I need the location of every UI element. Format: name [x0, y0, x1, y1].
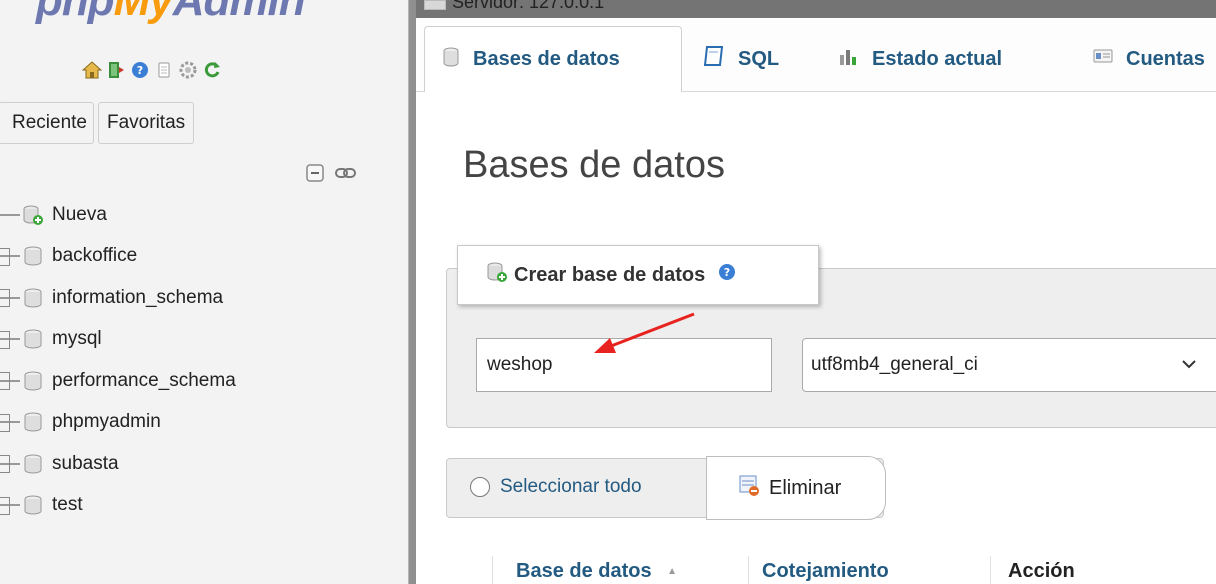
- new-database-icon: [486, 261, 508, 289]
- toolbar-icons: ?: [82, 58, 222, 82]
- svg-text:?: ?: [137, 64, 143, 77]
- delete-label: Eliminar: [769, 476, 842, 499]
- navigation-panel: phpMyAdmin ? Reciente Favoritas Nueva ba…: [0, 0, 408, 584]
- help-icon[interactable]: ?: [130, 60, 150, 80]
- server-icon: [424, 0, 446, 10]
- tree-item-label: subasta: [52, 452, 119, 474]
- database-icon: [22, 287, 44, 309]
- tree-item-information-schema[interactable]: information_schema: [0, 277, 400, 319]
- tree-item-test[interactable]: test: [0, 485, 400, 527]
- collation-value: utf8mb4_general_ci: [811, 354, 978, 375]
- tree-item-mysql[interactable]: mysql: [0, 319, 400, 361]
- docs-icon[interactable]: [154, 60, 174, 80]
- sql-icon: [702, 44, 726, 74]
- logo-part-my: My: [113, 0, 174, 25]
- delete-icon: [737, 473, 761, 503]
- collapse-all-icon[interactable]: [305, 162, 327, 189]
- help-icon[interactable]: ?: [717, 262, 737, 288]
- database-icon: [22, 453, 44, 475]
- logo-part-php: php: [36, 0, 115, 25]
- tab-sql[interactable]: SQL: [686, 26, 795, 92]
- database-icon: [22, 370, 44, 392]
- column-header-collation[interactable]: Cotejamiento: [762, 560, 889, 583]
- database-icon: [441, 46, 461, 74]
- select-all-label: Seleccionar todo: [500, 476, 642, 497]
- panel-resize-handle[interactable]: [408, 0, 416, 584]
- logo-part-admin: Admin: [172, 0, 306, 25]
- delete-button[interactable]: Eliminar: [706, 456, 886, 520]
- accounts-icon: [1092, 47, 1114, 71]
- database-icon: [22, 328, 44, 350]
- column-divider: [492, 556, 493, 584]
- database-icon: [22, 245, 44, 267]
- column-header-database[interactable]: Base de datos ▲: [516, 560, 677, 583]
- tree-item-new[interactable]: Nueva: [0, 194, 400, 236]
- collation-select[interactable]: utf8mb4_general_ci: [802, 338, 1216, 392]
- column-divider: [990, 556, 991, 584]
- main-menu-tabs: Bases de datos SQL Estado actual Cuentas: [416, 18, 1216, 92]
- exit-icon[interactable]: [106, 60, 126, 80]
- column-header-label: Base de datos: [516, 560, 652, 582]
- tree-item-label: phpmyadmin: [52, 411, 161, 433]
- column-divider: [748, 556, 749, 584]
- phpmyadmin-logo[interactable]: phpMyAdmin: [36, 0, 306, 26]
- tree-item-phpmyadmin[interactable]: phpmyadmin: [0, 402, 400, 444]
- expand-icon[interactable]: [0, 372, 10, 390]
- reload-icon[interactable]: [202, 60, 222, 80]
- tree-item-label: performance_schema: [52, 369, 236, 391]
- checkbox-icon[interactable]: [470, 477, 490, 497]
- tree-item-label: backoffice: [52, 245, 138, 267]
- annotation-arrow: [594, 312, 695, 353]
- tree-item-label: test: [52, 494, 83, 516]
- tree-item-backoffice[interactable]: backoffice: [0, 236, 400, 278]
- expand-icon[interactable]: [0, 247, 10, 266]
- select-all-checkbox[interactable]: Seleccionar todo: [470, 476, 642, 498]
- page-title: Bases de datos: [463, 144, 725, 186]
- column-header-action: Acción: [1008, 560, 1075, 582]
- link-with-main-panel-icon[interactable]: [335, 165, 357, 186]
- create-database-label: Crear base de datos: [514, 263, 706, 286]
- expand-icon[interactable]: [0, 289, 10, 307]
- expand-icon[interactable]: [0, 496, 10, 515]
- tab-label: SQL: [738, 47, 780, 70]
- expand-icon[interactable]: [0, 455, 10, 473]
- server-breadcrumb[interactable]: Servidor: 127.0.0.1: [452, 0, 604, 13]
- database-icon: [22, 494, 44, 516]
- tree-item-performance-schema[interactable]: performance_schema: [0, 360, 400, 402]
- tab-databases[interactable]: Bases de datos: [424, 26, 682, 92]
- database-icon: [22, 411, 44, 433]
- tree-item-subasta[interactable]: subasta: [0, 443, 400, 485]
- sort-ascending-icon: ▲: [667, 566, 678, 578]
- status-icon: [838, 45, 860, 73]
- tree-item-label: mysql: [52, 328, 102, 350]
- tab-recent[interactable]: Reciente: [0, 102, 94, 144]
- tab-label: Cuentas: [1126, 47, 1205, 70]
- tree-item-label: Nueva: [52, 203, 107, 225]
- database-tree: Nueva backoffice information_schema mysq…: [0, 194, 400, 526]
- tree-tools: [305, 162, 357, 189]
- server-breadcrumb-bar: Servidor: 127.0.0.1: [416, 0, 1216, 18]
- tab-label: Estado actual: [872, 47, 1003, 70]
- tab-accounts[interactable]: Cuentas: [1076, 26, 1216, 92]
- database-table-header: Base de datos ▲ Cotejamiento Acción: [416, 556, 1216, 584]
- new-database-icon: [22, 204, 44, 226]
- tab-favorites[interactable]: Favoritas: [98, 102, 195, 144]
- tab-status[interactable]: Estado actual: [822, 26, 1018, 92]
- tab-label: Bases de datos: [473, 48, 620, 70]
- svg-text:?: ?: [724, 266, 730, 279]
- create-database-legend: Crear base de datos ?: [457, 245, 819, 305]
- chevron-down-icon: [1179, 354, 1199, 380]
- home-icon[interactable]: [82, 60, 102, 80]
- tree-item-label: information_schema: [52, 286, 224, 308]
- navigation-tabs: Reciente Favoritas: [0, 102, 195, 144]
- settings-icon[interactable]: [178, 60, 198, 80]
- tree-connector: [0, 213, 20, 216]
- expand-icon[interactable]: [0, 330, 10, 349]
- expand-icon[interactable]: [0, 413, 10, 432]
